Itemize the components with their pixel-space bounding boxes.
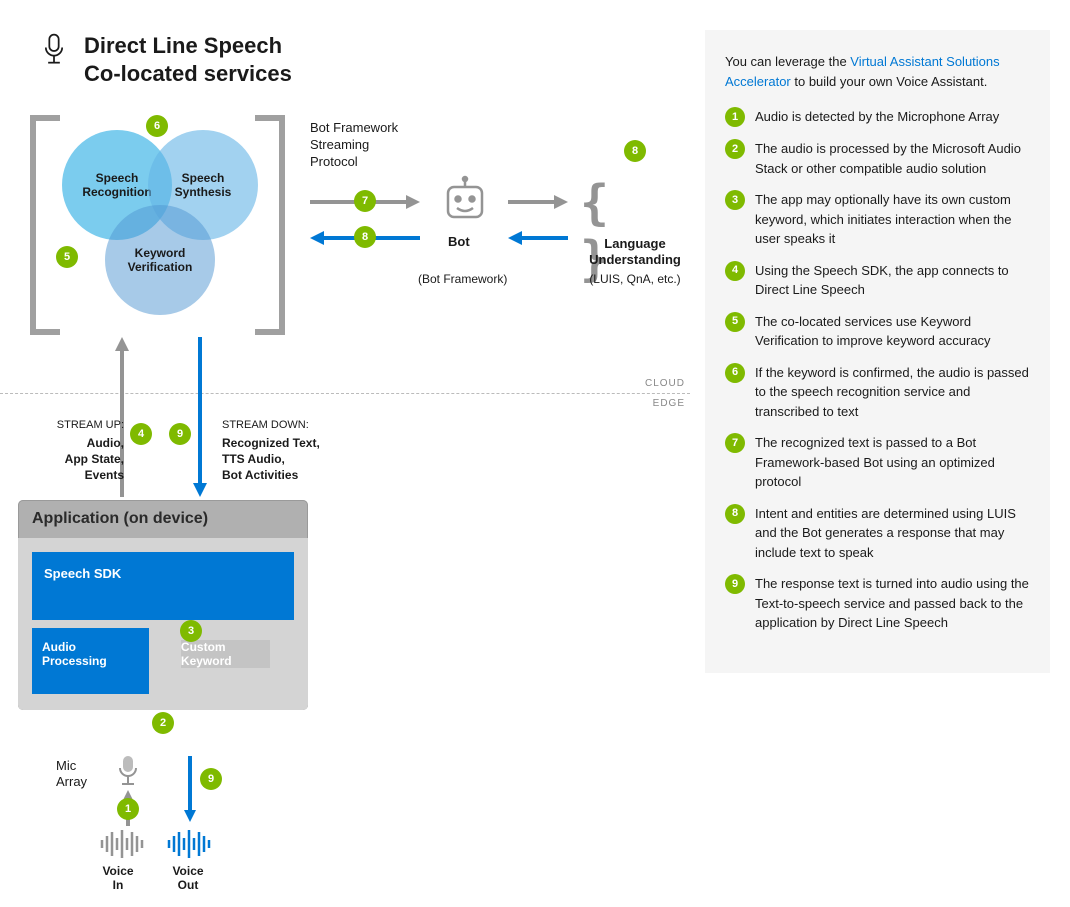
step-num: 7 [725, 433, 745, 453]
speech-sdk-box: Speech SDK [32, 552, 294, 620]
language-sublabel: (LUIS, QnA, etc.) [580, 272, 690, 286]
edge-label: EDGE [653, 398, 685, 409]
step-6: 6 If the keyword is confirmed, the audio … [725, 363, 1030, 422]
bracket-right [255, 115, 285, 335]
step-num: 1 [725, 107, 745, 127]
application-box: Application (on device) Speech SDK Audio… [18, 500, 308, 710]
step-badge-6: 6 [146, 115, 168, 137]
step-badge-9b: 9 [200, 768, 222, 790]
step-text: If the keyword is confirmed, the audio i… [755, 363, 1030, 422]
bracket-left [30, 115, 60, 335]
step-num: 4 [725, 261, 745, 281]
step-badge-8a: 8 [354, 226, 376, 248]
step-badge-8b: 8 [624, 140, 646, 162]
arrow-stream-down [190, 337, 210, 497]
hdr: STREAM UP: [42, 418, 124, 433]
bot-label: Bot [448, 234, 470, 249]
step-badge-5: 5 [56, 246, 78, 268]
step-text: The audio is processed by the Microsoft … [755, 139, 1030, 178]
app-body: Speech SDK AudioProcessing CustomKeyword [18, 538, 308, 710]
step-badge-7: 7 [354, 190, 376, 212]
body: Recognized Text,TTS Audio,Bot Activities [222, 436, 320, 482]
steps-list: 1 Audio is detected by the Microphone Arr… [725, 107, 1030, 633]
custom-keyword-wrap: CustomKeyword [157, 628, 294, 694]
body: Audio,App State,Events [65, 436, 124, 482]
step-badge-1: 1 [117, 798, 139, 820]
label: SpeechSynthesis [175, 171, 232, 200]
protocol-label: Bot Framework Streaming Protocol [310, 120, 420, 171]
step-badge-2: 2 [152, 712, 174, 734]
step-num: 8 [725, 504, 745, 524]
custom-keyword-box: CustomKeyword [181, 640, 270, 668]
step-3: 3 The app may optionally have its own cus… [725, 190, 1030, 249]
architecture-diagram: Direct Line Speech Co-located services S… [0, 0, 690, 907]
step-num: 6 [725, 363, 745, 383]
microphone-icon [40, 32, 68, 70]
voice-out-label: VoiceOut [160, 864, 216, 892]
sidebar-intro: You can leverage the Virtual Assistant S… [725, 52, 1030, 91]
step-num: 3 [725, 190, 745, 210]
bot-icon [440, 175, 490, 230]
language-label: LanguageUnderstanding [580, 236, 690, 267]
step-text: The response text is turned into audio u… [755, 574, 1030, 633]
intro-suffix: to build your own Voice Assistant. [791, 74, 988, 89]
voice-in-label: VoiceIn [90, 864, 146, 892]
intro-prefix: You can leverage the [725, 54, 850, 69]
stream-up-label: STREAM UP: Audio,App State,Events [42, 418, 124, 483]
step-2: 2 The audio is processed by the Microsoft… [725, 139, 1030, 178]
stream-down-label: STREAM DOWN: Recognized Text,TTS Audio,B… [222, 418, 320, 483]
step-num: 2 [725, 139, 745, 159]
circle-keyword-verification: KeywordVerification [105, 205, 215, 315]
cloud-edge-divider [0, 393, 690, 394]
steps-sidebar: You can leverage the Virtual Assistant S… [705, 30, 1050, 673]
step-9: 9 The response text is turned into audio … [725, 574, 1030, 633]
step-text: The co-located services use Keyword Veri… [755, 312, 1030, 351]
mic-array-label: MicArray [56, 758, 100, 789]
hdr: STREAM DOWN: [222, 418, 320, 433]
label: SpeechRecognition [82, 171, 151, 200]
step-7: 7 The recognized text is passed to a Bot … [725, 433, 1030, 492]
step-text: Intent and entities are determined using… [755, 504, 1030, 563]
step-text: Using the Speech SDK, the app connects t… [755, 261, 1030, 300]
arrow-from-language [508, 228, 568, 248]
mic-array-icon [116, 754, 140, 795]
title-row: Direct Line Speech Co-located services [40, 32, 292, 87]
step-num: 5 [725, 312, 745, 332]
arrow-to-language [508, 192, 568, 212]
step-1: 1 Audio is detected by the Microphone Arr… [725, 107, 1030, 127]
waveform-out-icon [165, 828, 215, 865]
step-8: 8 Intent and entities are determined usin… [725, 504, 1030, 563]
title-line-1: Direct Line Speech [84, 32, 292, 60]
braces-icon: { } [580, 175, 690, 287]
label: KeywordVerification [128, 246, 193, 275]
cloud-label: CLOUD [645, 378, 685, 389]
waveform-in-icon [98, 828, 148, 865]
step-text: The app may optionally have its own cust… [755, 190, 1030, 249]
title-line-2: Co-located services [84, 60, 292, 88]
bot-sublabel: (Bot Framework) [418, 272, 507, 286]
step-badge-9a: 9 [169, 423, 191, 445]
step-text: Audio is detected by the Microphone Arra… [755, 107, 999, 127]
step-badge-4: 4 [130, 423, 152, 445]
step-5: 5 The co-located services use Keyword Ver… [725, 312, 1030, 351]
diagram-title: Direct Line Speech Co-located services [84, 32, 292, 87]
arrow-voice-out [182, 756, 198, 822]
app-header: Application (on device) [18, 500, 308, 538]
step-text: The recognized text is passed to a Bot F… [755, 433, 1030, 492]
step-4: 4 Using the Speech SDK, the app connects … [725, 261, 1030, 300]
audio-processing-box: AudioProcessing [32, 628, 149, 694]
step-badge-3: 3 [180, 620, 202, 642]
step-num: 9 [725, 574, 745, 594]
